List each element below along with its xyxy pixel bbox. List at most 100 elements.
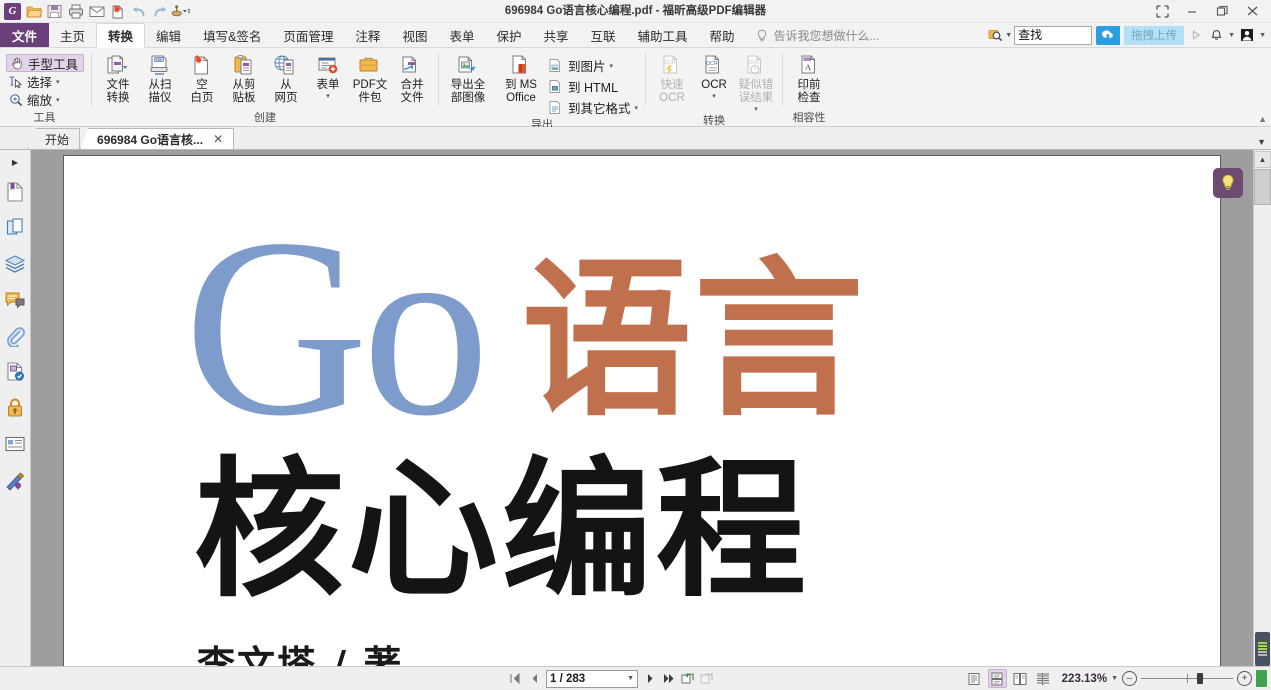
create-portfolio-button[interactable]: PDF文 件包 [349, 51, 391, 105]
create-form-button[interactable]: 表单 ▾ [307, 51, 349, 100]
menu-item-edit[interactable]: 编辑 [145, 23, 192, 47]
scrollbar-thumb[interactable] [1254, 169, 1271, 205]
menu-item-protect[interactable]: 保护 [485, 23, 532, 47]
zoom-in-icon[interactable]: + [1237, 671, 1252, 686]
next-page-icon[interactable] [643, 671, 657, 687]
first-page-icon[interactable] [508, 671, 522, 687]
fullscreen-icon[interactable] [1147, 1, 1177, 21]
menu-item-form[interactable]: 表单 [438, 23, 485, 47]
export-all-images-button[interactable]: 导出全 部图像 [444, 51, 492, 105]
to-image-button[interactable]: 到图片 ▾ [547, 56, 638, 75]
save-icon[interactable] [45, 2, 64, 21]
redo-icon[interactable] [150, 2, 169, 21]
continuous-scroll-view-button[interactable] [988, 669, 1007, 688]
chevron-down-icon[interactable]: ▾ [754, 105, 758, 113]
menu-item-share[interactable]: 共享 [532, 23, 579, 47]
menu-item-view[interactable]: 视图 [391, 23, 438, 47]
zoom-slider-handle[interactable] [1197, 673, 1203, 684]
hand-tool-button[interactable]: 手型工具 [6, 54, 84, 72]
ocr-suspects-button[interactable]: OCR? 疑似错 误结果 ▾ [735, 51, 777, 113]
menu-item-comment[interactable]: 注释 [344, 23, 391, 47]
tab-document-0[interactable]: 696984 Go语言核... ✕ [80, 128, 234, 149]
previous-view-icon[interactable] [681, 671, 695, 687]
security-icon[interactable] [1, 390, 29, 426]
create-blank-page-button[interactable]: 空 白页 [181, 51, 223, 105]
menu-item-accessibility[interactable]: 辅助工具 [627, 23, 699, 47]
select-tool-button[interactable]: 选择 ▾ [6, 73, 84, 90]
close-button[interactable] [1237, 1, 1267, 21]
chevron-down-icon[interactable]: ▾ [635, 104, 639, 112]
chevron-down-icon[interactable]: ▼ [627, 675, 634, 682]
page-number-input[interactable]: 1 / 283 ▼ [546, 670, 638, 688]
single-page-view-button[interactable] [965, 669, 984, 688]
comments-icon[interactable] [1, 282, 29, 318]
menu-item-file[interactable]: 文件 [0, 23, 49, 47]
layers-icon[interactable] [1, 246, 29, 282]
ocr-button[interactable]: OCR OCR ▾ [693, 51, 735, 100]
zoom-level-value[interactable]: 223.13% [1062, 673, 1107, 685]
scroll-up-button[interactable]: ▲ [1254, 151, 1271, 168]
tell-me-box[interactable]: 告诉我您想做什么... [746, 23, 880, 47]
two-page-view-button[interactable] [1011, 669, 1030, 688]
create-from-file-button[interactable]: 文件 转换 [97, 51, 139, 105]
customize-qat-icon[interactable] [171, 2, 190, 21]
prev-page-icon[interactable] [527, 671, 541, 687]
zoom-out-icon[interactable]: – [1122, 671, 1137, 686]
to-other-format-button[interactable]: 到其它格式 ▾ [547, 98, 638, 117]
print-icon[interactable] [66, 2, 85, 21]
pages-thumbnails-icon[interactable] [1, 210, 29, 246]
search-icon[interactable] [987, 27, 1003, 43]
chevron-down-icon[interactable]: ▾ [56, 78, 60, 86]
two-page-continuous-view-button[interactable] [1034, 669, 1053, 688]
menu-item-page-manage[interactable]: 页面管理 [272, 23, 344, 47]
drag-upload-button[interactable]: 拖拽上传 [1124, 26, 1184, 45]
undo-icon[interactable] [129, 2, 148, 21]
stamps-icon[interactable] [1, 354, 29, 390]
pdf-page[interactable]: Go 语言 核心编程 李文塔 / 著 [64, 156, 1220, 666]
zoom-slider[interactable] [1141, 673, 1233, 685]
user-dropdown-icon[interactable]: ▼ [1259, 32, 1266, 39]
tabbar-collapse-icon[interactable]: ▼ [1257, 137, 1266, 147]
minimize-button[interactable] [1177, 1, 1207, 21]
to-ms-office-button[interactable]: 到 MS Office [497, 51, 545, 105]
maximize-button[interactable] [1207, 1, 1237, 21]
play-icon[interactable] [1188, 27, 1204, 43]
tab-start[interactable]: 开始 [28, 128, 80, 149]
create-from-clipboard-button[interactable]: 从剪 贴板 [223, 51, 265, 105]
menu-item-home[interactable]: 主页 [49, 23, 96, 47]
open-icon[interactable] [24, 2, 43, 21]
sticky-note-annotation[interactable] [1213, 168, 1243, 198]
chevron-down-icon[interactable]: ▾ [610, 62, 614, 70]
vertical-scrollbar[interactable]: ▲ [1253, 150, 1271, 666]
chevron-down-icon[interactable]: ▾ [326, 92, 330, 100]
close-icon[interactable]: ✕ [213, 132, 223, 146]
last-page-icon[interactable] [662, 671, 676, 687]
find-dropdown-icon[interactable]: ▼ [1005, 32, 1012, 39]
merge-files-button[interactable]: 合并 文件 [391, 51, 433, 105]
user-icon[interactable] [1239, 27, 1255, 43]
menu-item-connect[interactable]: 互联 [580, 23, 627, 47]
chevron-down-icon[interactable]: ▾ [712, 92, 716, 100]
menu-item-help[interactable]: 帮助 [699, 23, 746, 47]
bell-dropdown-icon[interactable]: ▼ [1228, 32, 1235, 39]
zoom-dropdown-icon[interactable]: ▼ [1111, 675, 1118, 682]
to-html-button[interactable]: <> 到 HTML [547, 77, 638, 96]
email-icon[interactable] [87, 2, 106, 21]
new-from-file-icon[interactable] [108, 2, 127, 21]
attachments-icon[interactable] [1, 318, 29, 354]
bell-icon[interactable] [1208, 27, 1224, 43]
document-viewport[interactable]: Go 语言 核心编程 李文塔 / 著 [31, 150, 1253, 666]
cloud-upload-icon[interactable] [1096, 26, 1120, 45]
next-view-icon[interactable] [700, 671, 714, 687]
menu-item-convert[interactable]: 转换 [96, 23, 145, 48]
create-from-web-button[interactable]: 从 网页 [265, 51, 307, 105]
chevron-down-icon[interactable]: ▾ [56, 96, 60, 104]
search-input[interactable]: 查找 [1014, 26, 1092, 45]
zoom-tool-button[interactable]: 缩放 ▾ [6, 91, 84, 108]
preflight-button[interactable]: PDFA 印前 检查 [788, 51, 830, 105]
quick-ocr-button[interactable]: OCR 快速 OCR [651, 51, 693, 105]
app-menu-icon[interactable]: G [3, 2, 22, 21]
bookmarks-icon[interactable] [1, 174, 29, 210]
find-box[interactable]: ▼ 查找 [987, 26, 1092, 45]
signature-icon[interactable] [1, 462, 29, 498]
